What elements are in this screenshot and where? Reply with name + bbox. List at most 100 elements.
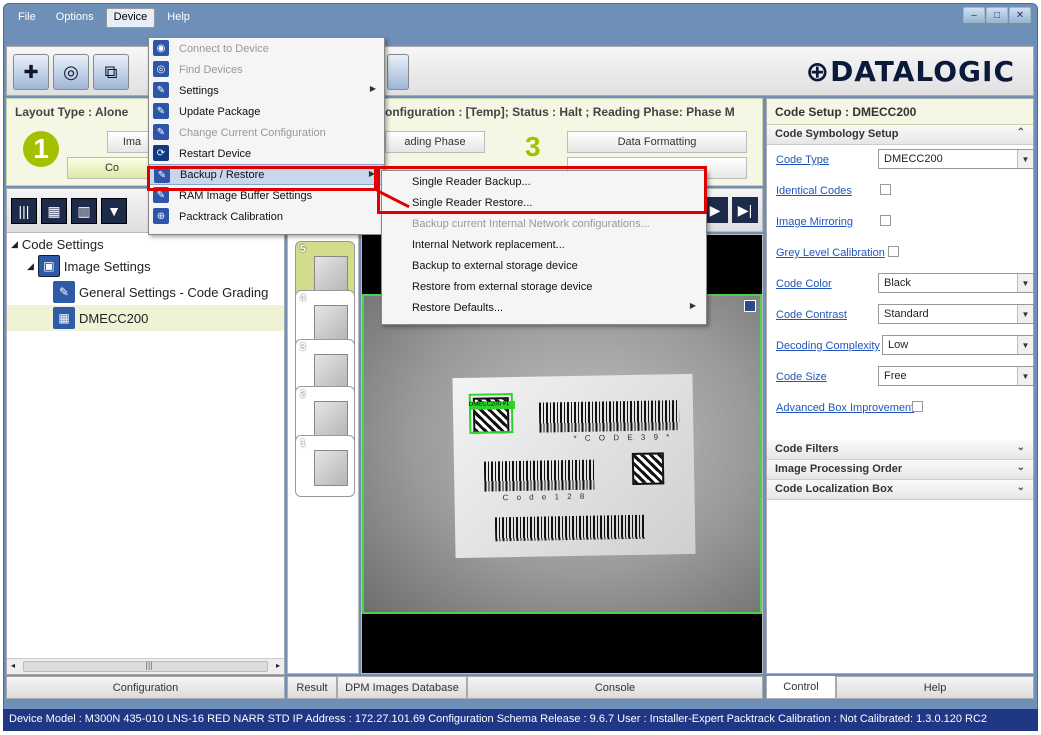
decoding-complexity-link[interactable]: Decoding Complexity <box>776 340 880 352</box>
menu-item-find-devices[interactable]: ◎ Find Devices <box>149 59 384 80</box>
barcode-icon[interactable]: ||| <box>11 198 37 224</box>
menu-item-packtrack[interactable]: ⊕ Packtrack Calibration <box>149 206 384 227</box>
target-icon: ⊕ <box>153 208 169 224</box>
code-contrast-link[interactable]: Code Contrast <box>776 309 847 321</box>
tree-item-dmecc200[interactable]: ▦ DMECC200 <box>7 305 284 331</box>
settings-tree: ◢ Code Settings ◢ ▣ Image Settings ✎ Gen… <box>7 235 284 331</box>
tree-item-code-settings[interactable]: ◢ Code Settings <box>7 235 284 253</box>
prop-identical-codes: Identical Codes <box>767 176 1033 207</box>
tree-item-general-settings[interactable]: ✎ General Settings - Code Grading <box>7 279 284 305</box>
code128-barcode <box>483 459 595 492</box>
connect-icon[interactable]: ⧉ <box>93 54 129 90</box>
tab-dpm-images[interactable]: DPM Images Database <box>337 676 467 699</box>
menu-device[interactable]: Device <box>105 8 156 28</box>
menu-label: Change Current Configuration <box>179 126 326 139</box>
prop-decoding-complexity: Decoding Complexity Low ▼ <box>767 331 1034 362</box>
find-icon[interactable]: ◎ <box>53 54 89 90</box>
scroll-right-icon[interactable]: ▸ <box>276 661 280 670</box>
select-value: Free <box>884 370 907 382</box>
chevron-down-icon[interactable]: ▼ <box>1017 274 1033 292</box>
chevron-down-icon[interactable]: ⌄ <box>1017 482 1025 493</box>
collapse-icon[interactable]: ◢ <box>27 261 34 272</box>
device-menu: ◉ Connect to Device ◎ Find Devices ✎ Settin… <box>148 37 385 235</box>
menu-item-restart[interactable]: ⟳ Restart Device <box>149 143 384 164</box>
thumbnail-1[interactable]: 1 <box>295 435 355 497</box>
grey-level-link[interactable]: Grey Level Calibration <box>776 247 885 259</box>
menu-help[interactable]: Help <box>159 8 198 28</box>
filter-icon[interactable]: ▼ <box>101 198 127 224</box>
menu-item-single-restore[interactable]: Single Reader Restore... <box>382 192 706 213</box>
section-code-filters[interactable]: Code Filters ⌄ <box>767 440 1033 460</box>
chevron-down-icon[interactable]: ⌄ <box>1017 462 1025 473</box>
advanced-box-checkbox[interactable] <box>912 401 923 412</box>
menu-item-change-config[interactable]: ✎ Change Current Configuration <box>149 122 384 143</box>
collapse-icon[interactable]: ◢ <box>11 239 18 250</box>
code-type-link[interactable]: Code Type <box>776 154 829 166</box>
identical-codes-link[interactable]: Identical Codes <box>776 185 852 197</box>
maximize-button[interactable]: □ <box>986 7 1008 23</box>
code-type-select[interactable]: DMECC200 ▼ <box>878 149 1034 169</box>
menu-item-settings[interactable]: ✎ Settings ▶ <box>149 80 384 101</box>
section-image-processing[interactable]: Image Processing Order ⌄ <box>767 460 1033 480</box>
minimize-button[interactable]: – <box>963 7 985 23</box>
reading-phase-button[interactable]: ading Phase <box>385 131 485 153</box>
chevron-down-icon[interactable]: ▼ <box>1017 305 1033 323</box>
grey-level-checkbox[interactable] <box>888 246 899 257</box>
menu-item-backup-restore[interactable]: ✎ Backup / Restore ▶ <box>149 164 384 185</box>
menu-item-restore-external[interactable]: Restore from external storage device <box>382 276 706 297</box>
toolbar-button[interactable] <box>387 54 409 90</box>
code-color-link[interactable]: Code Color <box>776 278 832 290</box>
menu-item-backup-external[interactable]: Backup to external storage device <box>382 255 706 276</box>
tree-item-image-settings[interactable]: ◢ ▣ Image Settings <box>7 253 284 279</box>
tab-configuration[interactable]: Configuration <box>6 676 285 699</box>
identical-codes-checkbox[interactable] <box>880 184 891 195</box>
chevron-up-icon[interactable]: ⌃ <box>1017 127 1025 138</box>
connect-icon: ◉ <box>153 40 169 56</box>
code-size-select[interactable]: Free ▼ <box>878 366 1034 386</box>
plus-icon[interactable]: ✚ <box>13 54 49 90</box>
tab-result[interactable]: Result <box>287 676 337 699</box>
tab-help[interactable]: Help <box>836 676 1034 699</box>
menu-options[interactable]: Options <box>48 8 102 28</box>
code-size-link[interactable]: Code Size <box>776 371 827 383</box>
menu-label: Find Devices <box>179 63 243 76</box>
last-icon[interactable]: ▶| <box>732 197 758 223</box>
decoding-complexity-select[interactable]: Low ▼ <box>882 335 1034 355</box>
chevron-down-icon[interactable]: ▼ <box>1017 336 1033 354</box>
menu-item-backup-network[interactable]: Backup current Internal Network configur… <box>382 213 706 234</box>
chevron-down-icon[interactable]: ▼ <box>1017 150 1033 168</box>
code-color-select[interactable]: Black ▼ <box>878 273 1034 293</box>
menu-item-network-replacement[interactable]: Internal Network replacement... <box>382 234 706 255</box>
horizontal-scrollbar[interactable]: ◂ ||| ▸ <box>7 658 284 674</box>
menu-label: Restart Device <box>179 147 252 160</box>
prop-code-color: Code Color Black ▼ <box>767 269 1034 300</box>
advanced-box-link[interactable]: Advanced Box Improvement <box>776 402 914 414</box>
close-button[interactable]: ✕ <box>1009 7 1031 23</box>
chevron-down-icon[interactable]: ▼ <box>1017 367 1033 385</box>
tab-control[interactable]: Control <box>766 676 836 699</box>
section-code-localization[interactable]: Code Localization Box ⌄ <box>767 480 1033 500</box>
image-mirroring-checkbox[interactable] <box>880 215 891 226</box>
thumb-image <box>314 401 348 437</box>
menu-item-ram-buffer[interactable]: ✎ RAM Image Buffer Settings <box>149 185 384 206</box>
menu-item-update-package[interactable]: ✎ Update Package <box>149 101 384 122</box>
data-formatting-button[interactable]: Data Formatting <box>567 131 747 153</box>
code-settings-button[interactable]: Co <box>67 157 157 179</box>
tab-console[interactable]: Console <box>467 676 763 699</box>
menu-file[interactable]: File <box>10 8 44 28</box>
image-mirroring-link[interactable]: Image Mirroring <box>776 216 853 228</box>
menu-label: Single Reader Restore... <box>412 196 533 209</box>
menu-item-restore-defaults[interactable]: Restore Defaults... ▶ <box>382 297 706 318</box>
scroll-left-icon[interactable]: ◂ <box>11 661 15 670</box>
menu-item-single-backup[interactable]: Single Reader Backup... <box>382 171 706 192</box>
menu-item-connect[interactable]: ◉ Connect to Device <box>149 38 384 59</box>
section-label: Code Localization Box <box>775 483 893 495</box>
prop-code-size: Code Size Free ▼ <box>767 362 1034 393</box>
postal-icon[interactable]: ▥ <box>71 198 97 224</box>
code-contrast-select[interactable]: Standard ▼ <box>878 304 1034 324</box>
chevron-down-icon[interactable]: ⌄ <box>1017 442 1025 453</box>
datamatrix-icon[interactable]: ▦ <box>41 198 67 224</box>
restart-icon: ⟳ <box>153 145 169 161</box>
section-code-symbology[interactable]: Code Symbology Setup ⌃ <box>767 125 1033 145</box>
